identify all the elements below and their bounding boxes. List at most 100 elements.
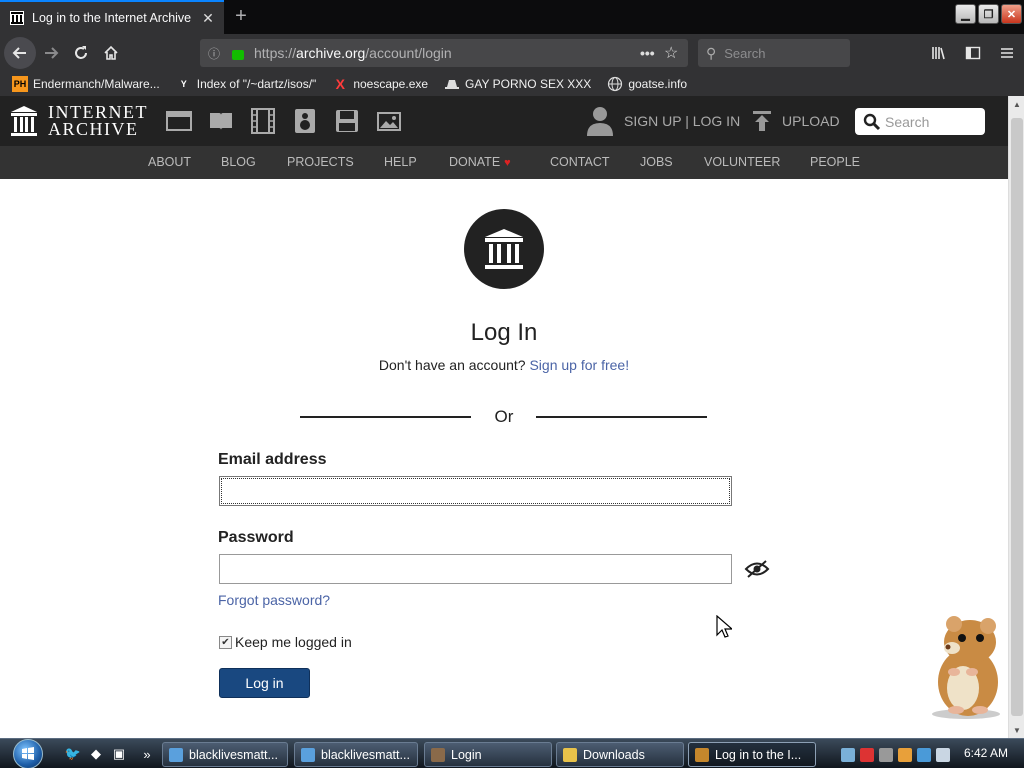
toolbar-right bbox=[922, 38, 1024, 68]
nav-volunteer[interactable]: VOLUNTEER bbox=[704, 155, 780, 169]
menu-icon[interactable] bbox=[990, 38, 1024, 68]
forward-arrow-icon[interactable] bbox=[36, 38, 66, 68]
taskbar-button[interactable]: Downloads bbox=[556, 742, 684, 767]
quicklaunch-desktop-icon[interactable]: ▣ bbox=[110, 745, 128, 763]
taskbar-button[interactable]: blacklivesmatt... bbox=[294, 742, 418, 767]
login-app-icon bbox=[431, 747, 445, 762]
bookmarks-toolbar: PH Endermanch/Malware... Y Index of "/~d… bbox=[0, 72, 1024, 96]
nav-contact[interactable]: CONTACT bbox=[550, 155, 610, 169]
taskbar-button[interactable]: blacklivesmatt... bbox=[162, 742, 288, 767]
keep-logged-in[interactable]: ✔ Keep me logged in bbox=[219, 634, 352, 650]
hamster-desktop-pet-icon[interactable] bbox=[918, 610, 1010, 722]
software-floppy-icon[interactable] bbox=[334, 108, 360, 134]
tray-volume-icon[interactable] bbox=[936, 747, 950, 762]
sign-in-link[interactable]: SIGN UP | LOG IN bbox=[586, 106, 740, 136]
web-icon[interactable] bbox=[166, 108, 192, 134]
bookmark-item[interactable]: GAY PORNO SEX XXX bbox=[444, 76, 591, 92]
nav-about[interactable]: ABOUT bbox=[148, 155, 191, 169]
close-window-button[interactable]: ✕ bbox=[1001, 4, 1022, 24]
nav-blog[interactable]: BLOG bbox=[221, 155, 256, 169]
start-button[interactable] bbox=[8, 739, 48, 768]
signup-prompt: Don't have an account? Sign up for free! bbox=[378, 357, 630, 373]
browser-search-input[interactable]: ⚲ Search bbox=[698, 39, 850, 67]
tray-search-icon[interactable] bbox=[898, 747, 912, 762]
texts-book-icon[interactable] bbox=[208, 108, 234, 134]
tray-display-icon[interactable] bbox=[917, 747, 931, 762]
login-button[interactable]: Log in bbox=[219, 668, 310, 698]
keep-logged-in-checkbox[interactable]: ✔ bbox=[219, 635, 232, 649]
search-icon: ⚲ bbox=[706, 44, 717, 61]
nav-donate[interactable]: DONATE ♥ bbox=[449, 155, 511, 169]
taskbar-button-active[interactable]: Log in to the I... bbox=[688, 742, 816, 767]
forgot-password-link[interactable]: Forgot password? bbox=[218, 592, 330, 608]
quicklaunch-shield-icon[interactable]: ◆ bbox=[87, 745, 105, 763]
site-info-icon[interactable]: ⓘ bbox=[208, 45, 224, 62]
bookmark-star-icon[interactable]: ☆ bbox=[664, 43, 688, 63]
page-title: Log In bbox=[470, 319, 538, 346]
signup-link[interactable]: Sign up for free! bbox=[529, 357, 629, 373]
page-scrollbar[interactable]: ▲ ▼ bbox=[1008, 96, 1024, 738]
images-icon[interactable] bbox=[376, 108, 402, 134]
explorer-folder-icon bbox=[301, 747, 315, 762]
password-field[interactable] bbox=[219, 554, 732, 584]
restore-button[interactable]: ❐ bbox=[978, 4, 999, 24]
nav-projects[interactable]: PROJECTS bbox=[287, 155, 354, 169]
back-arrow-icon[interactable] bbox=[4, 37, 36, 69]
audio-speaker-icon[interactable] bbox=[292, 108, 318, 134]
clock[interactable]: 6:42 AM bbox=[964, 746, 1008, 760]
nav-jobs[interactable]: JOBS bbox=[640, 155, 673, 169]
video-film-icon[interactable] bbox=[250, 108, 276, 134]
url-bar[interactable]: ⓘ https://archive.org/account/login ••• … bbox=[200, 39, 688, 67]
reload-icon[interactable] bbox=[66, 38, 96, 68]
x-favicon-icon: X bbox=[335, 76, 345, 92]
internet-archive-favicon-icon bbox=[10, 11, 24, 25]
divider-right bbox=[536, 416, 707, 418]
nav-help[interactable]: HELP bbox=[384, 155, 417, 169]
bookmark-item[interactable]: X noescape.exe bbox=[332, 76, 428, 92]
nav-people[interactable]: PEOPLE bbox=[810, 155, 860, 169]
ia-search-input[interactable]: Search bbox=[855, 108, 985, 135]
window-controls: ▁ ❐ ✕ bbox=[955, 4, 1022, 24]
mouse-cursor-icon bbox=[716, 615, 732, 638]
home-icon[interactable] bbox=[96, 38, 126, 68]
sidebar-icon[interactable] bbox=[956, 38, 990, 68]
windows-logo-icon bbox=[13, 739, 43, 768]
quicklaunch-bird-icon[interactable]: 🐦 bbox=[64, 745, 82, 763]
ia-brand-text: INTERNET ARCHIVE bbox=[48, 102, 148, 139]
upload-button[interactable]: UPLOAD bbox=[752, 110, 840, 132]
url-text: https://archive.org/account/login bbox=[254, 45, 452, 61]
new-tab-button[interactable]: + bbox=[230, 4, 252, 28]
tray-network-icon[interactable] bbox=[841, 747, 855, 762]
scroll-down-icon[interactable]: ▼ bbox=[1009, 722, 1024, 738]
tab-close-icon[interactable]: ✕ bbox=[198, 8, 218, 28]
browser-toolbar: ⓘ https://archive.org/account/login ••• … bbox=[0, 34, 1024, 72]
bookmark-item[interactable]: goatse.info bbox=[607, 76, 687, 92]
page-actions-icon[interactable]: ••• bbox=[640, 45, 664, 61]
scroll-up-icon[interactable]: ▲ bbox=[1009, 96, 1024, 112]
firefox-hamster-icon bbox=[695, 747, 709, 762]
ia-logo[interactable]: INTERNET ARCHIVE bbox=[10, 102, 148, 139]
upload-arrow-icon bbox=[753, 111, 771, 131]
bookmark-item[interactable]: Y Index of "/~dartz/isos/" bbox=[176, 76, 317, 92]
password-label: Password bbox=[218, 529, 294, 546]
show-password-eye-icon[interactable] bbox=[744, 559, 770, 579]
globe-icon bbox=[608, 76, 623, 92]
ia-secondary-nav: ABOUT BLOG PROJECTS HELP DONATE ♥ CONTACT… bbox=[0, 146, 1008, 179]
bookmark-item[interactable]: PH Endermanch/Malware... bbox=[12, 76, 160, 92]
ia-top-nav: INTERNET ARCHIVE SIGN UP | LOG IN UPLOAD bbox=[0, 96, 1008, 146]
tray-app-icon[interactable] bbox=[879, 747, 893, 762]
scrollbar-thumb[interactable] bbox=[1011, 118, 1023, 716]
quicklaunch-more-icon[interactable]: » bbox=[140, 745, 154, 763]
browser-tab-active[interactable]: Log in to the Internet Archive ✕ bbox=[0, 0, 224, 34]
taskbar-button[interactable]: Login bbox=[424, 742, 552, 767]
divider-left bbox=[300, 416, 471, 418]
hat-favicon-icon bbox=[445, 80, 460, 89]
email-field[interactable] bbox=[219, 476, 732, 506]
tray-security-icon[interactable] bbox=[860, 747, 874, 762]
downloads-folder-icon bbox=[563, 747, 577, 762]
windows-taskbar: 🐦 ◆ ▣ » blacklivesmatt... blacklivesmatt… bbox=[0, 738, 1024, 768]
library-icon[interactable] bbox=[922, 38, 956, 68]
login-page: Log In Don't have an account? Sign up fo… bbox=[0, 179, 1008, 738]
minimize-button[interactable]: ▁ bbox=[955, 4, 976, 24]
user-avatar-icon bbox=[587, 107, 613, 136]
